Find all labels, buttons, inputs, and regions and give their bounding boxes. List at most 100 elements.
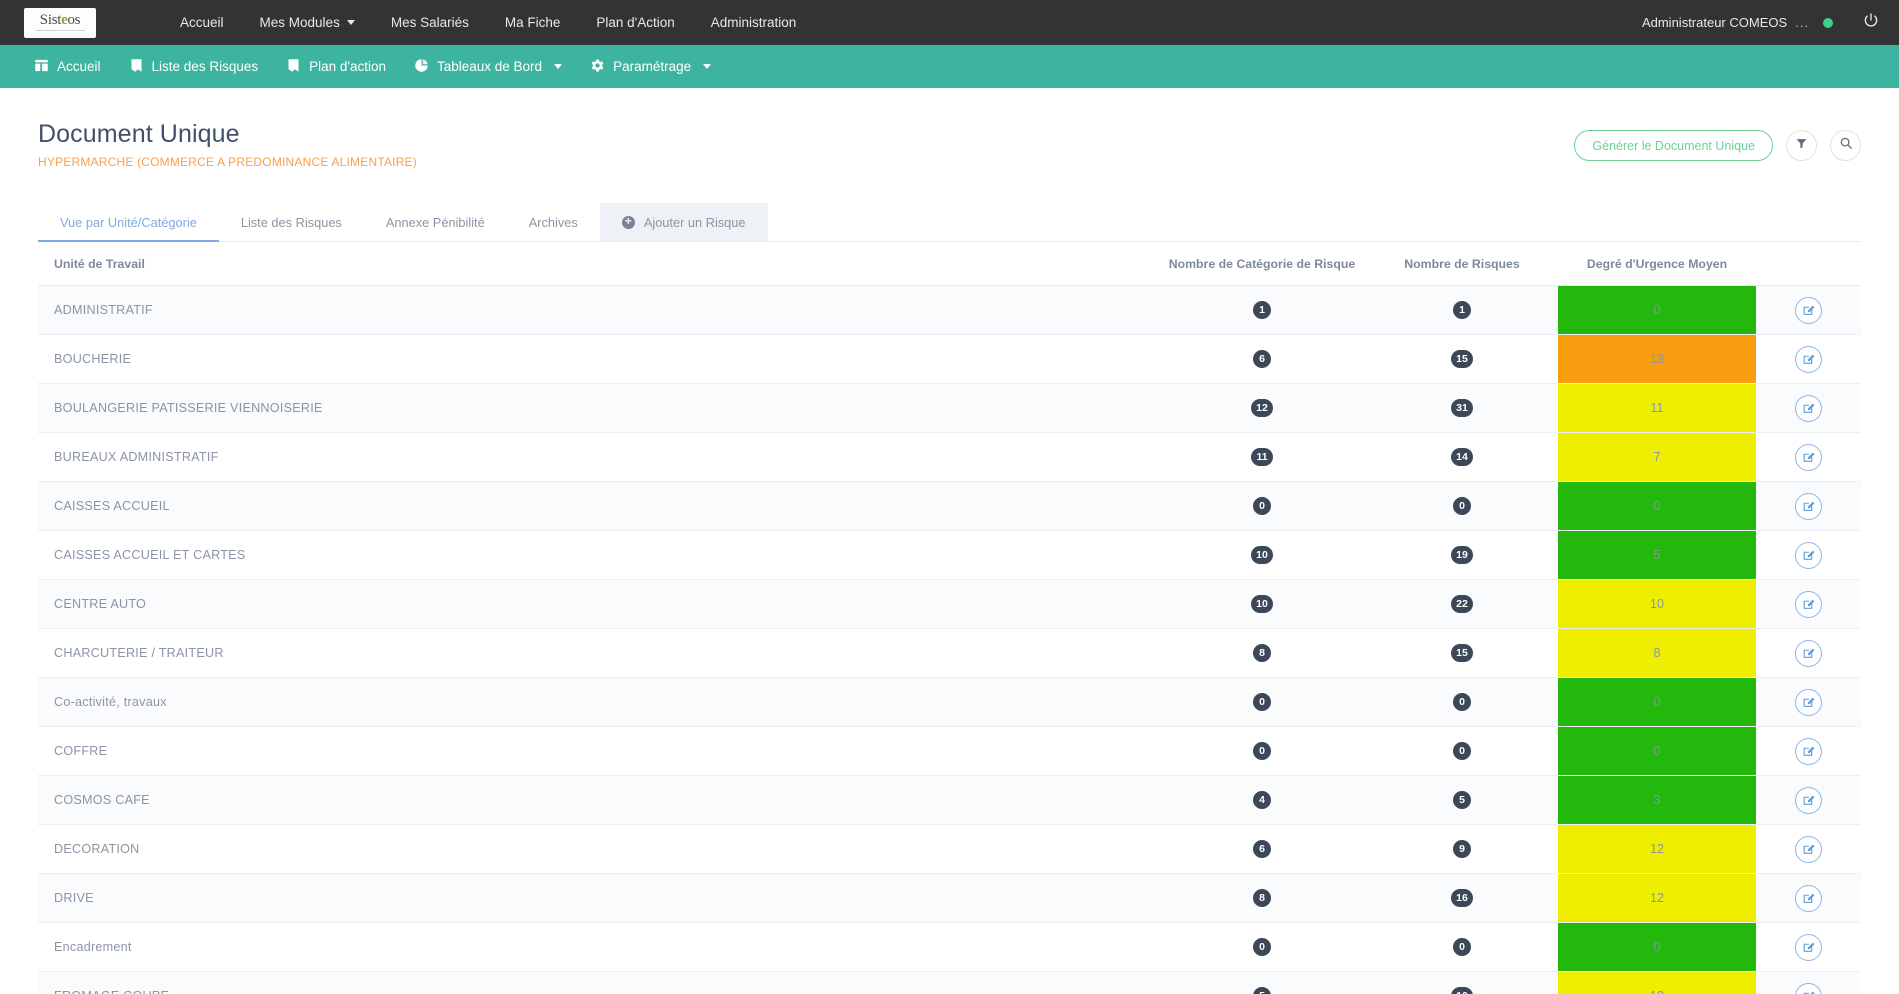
- edit-row-button[interactable]: [1795, 688, 1822, 716]
- table-row[interactable]: Co-activité, travaux 0 0 0: [38, 677, 1861, 727]
- chevron-down-icon: [346, 20, 355, 25]
- table-row[interactable]: ADMINISTRATIF 1 1 0: [38, 285, 1861, 335]
- edit-row-button[interactable]: [1795, 394, 1822, 422]
- risk-count-badge: 14: [1451, 448, 1473, 466]
- tab-archives[interactable]: Archives: [507, 203, 600, 241]
- cell-unite-de-travail: COFFRE: [38, 726, 1158, 776]
- cell-nombre-de-categorie: 5: [1158, 971, 1366, 994]
- edit-row-button[interactable]: [1795, 884, 1822, 912]
- cell-nombre-de-risques: 10: [1366, 971, 1558, 994]
- sisteos-logo[interactable]: Sisteos solution informatique pour la sé…: [24, 7, 96, 38]
- table-row[interactable]: BOULANGERIE PATISSERIE VIENNOISERIE 12 31 1…: [38, 383, 1861, 433]
- urgency-level-indicator: 0: [1558, 286, 1756, 334]
- risk-count-badge: 16: [1451, 889, 1473, 907]
- edit-pencil-icon: [1803, 403, 1815, 413]
- tab-liste-des-risques[interactable]: Liste des Risques: [219, 203, 364, 241]
- power-logout-icon[interactable]: [1863, 12, 1879, 33]
- cell-degre-urgence-moyen: 0: [1558, 481, 1756, 531]
- table-row[interactable]: CAISSES ACCUEIL ET CARTES 10 19 5: [38, 530, 1861, 580]
- tab-label: Archives: [528, 214, 578, 230]
- table-row[interactable]: COSMOS CAFE 4 5 3: [38, 775, 1861, 825]
- edit-row-button[interactable]: [1795, 737, 1822, 765]
- tab-annexe-penibilite[interactable]: Annexe Pénibilité: [364, 203, 507, 241]
- top-menu-item-mes-modules[interactable]: Mes Modules: [242, 15, 373, 30]
- table-header-row: Unité de Travail Nombre de Catégorie de …: [38, 242, 1861, 286]
- category-count-badge: 6: [1253, 840, 1271, 858]
- edit-row-button[interactable]: [1795, 835, 1822, 863]
- edit-row-button[interactable]: [1795, 443, 1822, 471]
- cell-degre-urgence-moyen: 10: [1558, 579, 1756, 629]
- cell-nombre-de-risques: 5: [1366, 775, 1558, 825]
- edit-row-button[interactable]: [1795, 933, 1822, 961]
- table-row[interactable]: CENTRE AUTO 10 22 10: [38, 579, 1861, 629]
- page-title: Document Unique: [38, 120, 240, 148]
- nav-item-accueil[interactable]: Accueil: [20, 58, 115, 76]
- nav-item-tableaux-de-bord[interactable]: Tableaux de Bord: [400, 58, 576, 76]
- cell-nombre-de-categorie: 4: [1158, 775, 1366, 825]
- nav-item-label: Liste des Risques: [151, 59, 259, 74]
- tab-vue-par-unite-categorie[interactable]: Vue par Unité/Catégorie: [38, 203, 219, 242]
- user-menu-ellipsis[interactable]: ...: [1795, 15, 1809, 30]
- top-menu-item-administration[interactable]: Administration: [693, 15, 815, 30]
- cell-unite-de-travail: BOUCHERIE: [38, 334, 1158, 384]
- table-row[interactable]: CAISSES ACCUEIL 0 0 0: [38, 481, 1861, 531]
- generate-document-button[interactable]: Générer le Document Unique: [1574, 130, 1773, 161]
- cell-nombre-de-risques: 9: [1366, 824, 1558, 874]
- chevron-down-icon: [554, 64, 563, 69]
- risk-count-badge: 22: [1451, 595, 1473, 613]
- table-row[interactable]: CHARCUTERIE / TRAITEUR 8 15 8: [38, 628, 1861, 678]
- cell-actions: [1756, 432, 1861, 482]
- edit-row-button[interactable]: [1795, 296, 1822, 324]
- column-header-unite-de-travail: Unité de Travail: [38, 242, 1158, 286]
- edit-row-button[interactable]: [1795, 786, 1822, 814]
- edit-pencil-icon: [1803, 550, 1815, 560]
- edit-pencil-icon: [1803, 648, 1815, 658]
- table-row[interactable]: FROMAGE COUPE 5 10 12: [38, 971, 1861, 994]
- book-icon: [286, 58, 301, 76]
- cell-degre-urgence-moyen: 12: [1558, 971, 1756, 994]
- table-row[interactable]: DRIVE 8 16 12: [38, 873, 1861, 923]
- table-row[interactable]: BOUCHERIE 6 15 13: [38, 334, 1861, 384]
- cell-unite-de-travail: Encadrement: [38, 922, 1158, 972]
- top-menu-label: Mes Salariés: [390, 15, 469, 30]
- top-menu-item-ma-fiche[interactable]: Ma Fiche: [487, 15, 579, 30]
- cell-actions: [1756, 677, 1861, 727]
- edit-row-button[interactable]: [1795, 639, 1822, 667]
- nav-item-plan-daction[interactable]: Plan d'action: [272, 58, 400, 76]
- search-button[interactable]: [1830, 130, 1861, 161]
- top-menu-item-plan-daction[interactable]: Plan d'Action: [578, 15, 692, 30]
- top-menu-label: Administration: [710, 15, 797, 30]
- edit-pencil-icon: [1803, 354, 1815, 364]
- cell-unite-de-travail: CAISSES ACCUEIL: [38, 481, 1158, 531]
- edit-row-button[interactable]: [1795, 492, 1822, 520]
- cell-actions: [1756, 873, 1861, 923]
- page-header: Document Unique HYPERMARCHE (COMMERCE A …: [38, 88, 1861, 169]
- edit-row-button[interactable]: [1795, 982, 1822, 994]
- logo-tagline: solution informatique pour la sécurité a…: [35, 28, 85, 32]
- urgency-level-indicator: 13: [1558, 335, 1756, 383]
- cell-nombre-de-categorie: 1: [1158, 285, 1366, 335]
- online-status-dot: [1823, 17, 1833, 28]
- top-menu-label: Mes Modules: [259, 15, 340, 30]
- top-menu-item-accueil[interactable]: Accueil: [162, 15, 242, 30]
- nav-item-parametrage[interactable]: Paramétrage: [576, 58, 725, 76]
- tab-ajouter-un-risque[interactable]: + Ajouter un Risque: [599, 203, 768, 241]
- cell-nombre-de-categorie: 10: [1158, 530, 1366, 580]
- nav-item-liste-des-risques[interactable]: Liste des Risques: [115, 58, 273, 76]
- table-row[interactable]: Encadrement 0 0 0: [38, 922, 1861, 972]
- filter-button[interactable]: [1786, 130, 1817, 161]
- table-row[interactable]: BUREAUX ADMINISTRATIF 11 14 7: [38, 432, 1861, 482]
- cell-actions: [1756, 285, 1861, 335]
- risk-units-table: Unité de Travail Nombre de Catégorie de …: [38, 242, 1861, 994]
- edit-row-button[interactable]: [1795, 541, 1822, 569]
- top-menu-item-mes-salaries[interactable]: Mes Salariés: [373, 15, 487, 30]
- edit-row-button[interactable]: [1795, 345, 1822, 373]
- edit-row-button[interactable]: [1795, 590, 1822, 618]
- cell-nombre-de-categorie: 11: [1158, 432, 1366, 482]
- category-count-badge: 4: [1253, 791, 1271, 809]
- category-count-badge: 0: [1253, 938, 1271, 956]
- cell-unite-de-travail: BOULANGERIE PATISSERIE VIENNOISERIE: [38, 383, 1158, 433]
- table-row[interactable]: DECORATION 6 9 12: [38, 824, 1861, 874]
- table-row[interactable]: COFFRE 0 0 0: [38, 726, 1861, 776]
- content-tabs: Vue par Unité/Catégorie Liste des Risque…: [38, 203, 1861, 242]
